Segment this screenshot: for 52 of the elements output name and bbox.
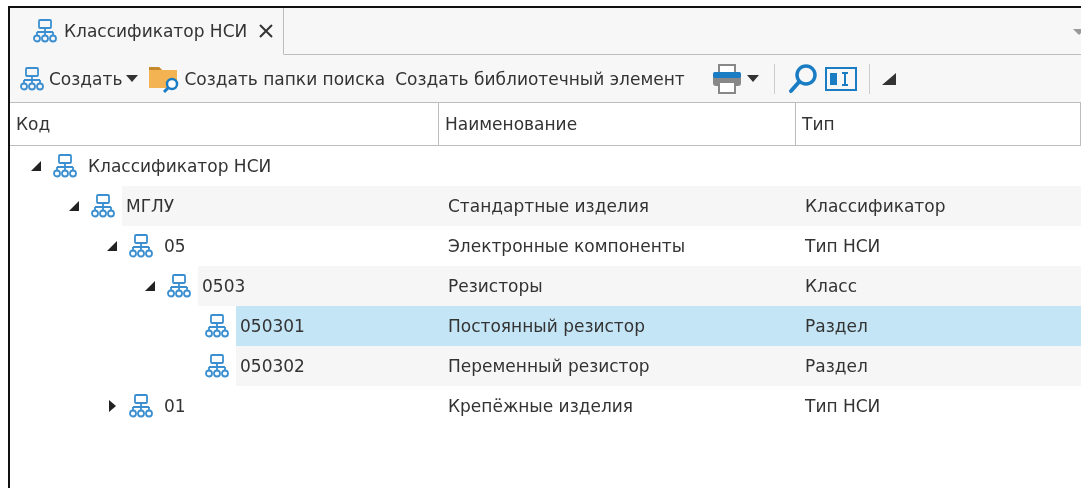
table-cell-text: Класс — [804, 276, 859, 296]
caret-icon — [126, 74, 139, 83]
toolbar-button[interactable]: Создать папки поиска — [145, 61, 389, 96]
expanded-arrow-icon[interactable] — [145, 281, 155, 291]
caret-icon — [746, 74, 759, 83]
table-cell-text: Раздел — [804, 316, 869, 336]
hierarchy-icon — [32, 18, 58, 44]
create-menu-button[interactable]: Создать — [16, 63, 142, 94]
table-cell-text: 01 — [163, 396, 187, 416]
table-cell-text: Переменный резистор — [447, 356, 651, 376]
expanded-arrow-icon[interactable] — [31, 161, 41, 171]
table-cell-text: Крепёжные изделия — [447, 396, 635, 416]
text-field-icon[interactable] — [824, 66, 857, 91]
table-cell-text: 05 — [163, 236, 187, 256]
hierarchy-icon — [52, 153, 78, 179]
table-cell-text: Постоянный резистор — [447, 316, 646, 336]
hierarchy-icon — [166, 273, 192, 299]
tree-row[interactable]: МГЛУ Стандартные изделия Классификатор — [122, 186, 1081, 226]
table-cell-text: 0503 — [201, 276, 247, 296]
collapse-icon[interactable] — [881, 72, 896, 85]
table-cell-text: Резисторы — [447, 276, 544, 296]
table-cell-text: Классификатор НСИ — [87, 156, 273, 176]
column-header[interactable]: Тип — [796, 103, 1081, 145]
hierarchy-icon — [204, 313, 230, 339]
toolbar-button[interactable]: Создать библиотечный элемент — [392, 66, 688, 91]
dropdown-icon[interactable] — [1073, 27, 1081, 35]
column-header[interactable]: Наименование — [439, 103, 796, 145]
expanded-arrow-icon[interactable] — [107, 241, 117, 251]
search-icon[interactable] — [786, 62, 819, 95]
printer-icon — [710, 62, 743, 95]
tree-row[interactable]: 050302 Переменный резистор Раздел — [236, 346, 1081, 386]
close-icon[interactable] — [259, 24, 274, 38]
hierarchy-icon — [19, 65, 45, 92]
table-cell-text: Стандартные изделия — [447, 196, 650, 216]
hierarchy-icon — [90, 193, 116, 219]
hierarchy-icon — [204, 353, 230, 379]
tab[interactable]: Классификатор НСИ — [10, 8, 285, 55]
table-cell-text: 050301 — [239, 316, 306, 336]
table-cell-text: Классификатор — [804, 196, 947, 216]
table-cell-text: Электронные компоненты — [447, 236, 687, 256]
collapsed-arrow-icon[interactable] — [108, 400, 116, 412]
table-cell-text: МГЛУ — [125, 196, 176, 216]
hierarchy-icon — [128, 233, 154, 259]
selected-row[interactable]: 050301 Постоянный резистор Раздел — [236, 306, 1081, 346]
table-cell-text: Раздел — [804, 356, 869, 376]
table-cell-text: Тип НСИ — [804, 396, 882, 416]
table-cell-text: 050302 — [239, 356, 306, 376]
column-header[interactable]: Код — [10, 103, 439, 145]
table-cell-text: Тип НСИ — [804, 236, 882, 256]
expanded-arrow-icon[interactable] — [69, 201, 79, 211]
tree-row[interactable]: 0503 Резисторы Класс — [198, 266, 1081, 306]
hierarchy-icon — [128, 393, 154, 419]
